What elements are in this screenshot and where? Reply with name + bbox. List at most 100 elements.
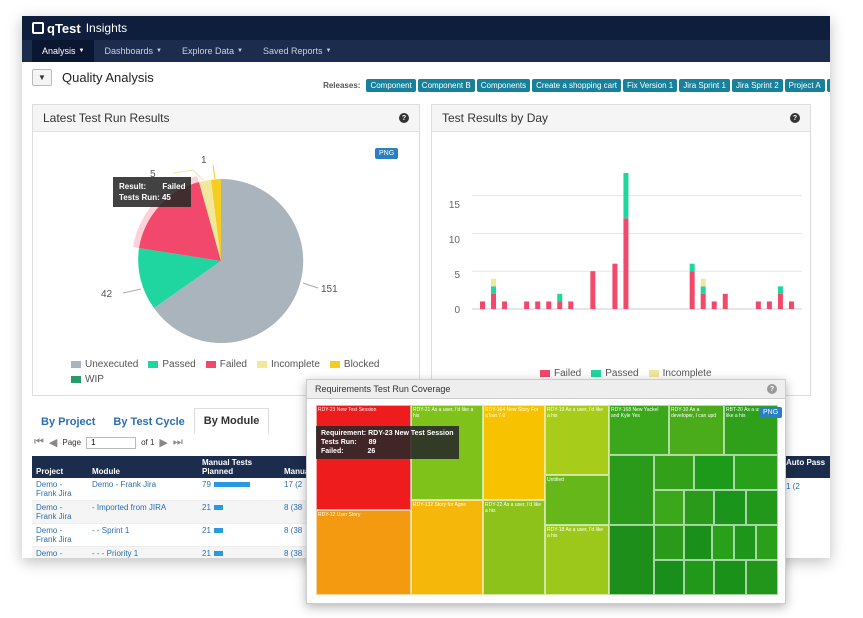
tab-by-module[interactable]: By Module: [193, 408, 270, 434]
nav-explore-data[interactable]: Explore Data ▼: [172, 40, 253, 62]
bar-failed[interactable]: [590, 271, 596, 309]
treemap-cell[interactable]: [714, 560, 746, 595]
legend-item[interactable]: WIP: [71, 374, 104, 385]
bar-failed[interactable]: [557, 301, 563, 309]
nav-analysis[interactable]: Analysis ▼: [32, 40, 95, 62]
legend-item[interactable]: Failed: [540, 368, 581, 379]
prev-page-icon[interactable]: ◀: [49, 436, 57, 449]
treemap-cell[interactable]: RDY-22 As a user, I'd like a his: [483, 500, 545, 595]
column-header[interactable]: Manual Tests Planned: [198, 456, 280, 478]
treemap-cell[interactable]: [714, 490, 746, 525]
bar-failed[interactable]: [788, 301, 794, 309]
table-row[interactable]: Demo - Frank Jira - Imported from JIRA 2…: [32, 500, 340, 524]
png-export-button[interactable]: PNG: [759, 407, 783, 418]
next-page-icon[interactable]: ▶: [159, 436, 167, 449]
legend-item[interactable]: Failed: [205, 359, 247, 370]
bar-passed[interactable]: [700, 286, 706, 294]
legend-item[interactable]: Incomplete: [256, 359, 320, 370]
bar-passed[interactable]: [557, 293, 563, 302]
nav-dashboards[interactable]: Dashboards ▼: [94, 40, 171, 62]
help-icon[interactable]: ?: [399, 113, 409, 123]
treemap-cell[interactable]: [734, 455, 778, 490]
treemap-cell[interactable]: RDY-10 As a developer, I can upd: [669, 405, 724, 455]
bar-failed[interactable]: [623, 218, 629, 309]
treemap-cell[interactable]: [609, 455, 654, 525]
legend-item[interactable]: Passed: [591, 368, 639, 379]
release-badge[interactable]: Components: [476, 79, 531, 92]
treemap-cell[interactable]: [756, 525, 778, 560]
bar-failed[interactable]: [491, 293, 497, 309]
treemap-cell[interactable]: [712, 525, 734, 560]
tab-by-test-cycle[interactable]: By Test Cycle: [104, 410, 193, 434]
bar-passed[interactable]: [777, 286, 783, 294]
bar-passed[interactable]: [491, 286, 497, 294]
legend-item[interactable]: Incomplete: [648, 368, 712, 379]
treemap-cell[interactable]: [609, 525, 654, 595]
project-cell[interactable]: Demo - Frank Jira: [32, 523, 88, 547]
legend-item[interactable]: Unexecuted: [71, 359, 138, 370]
treemap-cell[interactable]: RDY-168 New Yackel and Kyle Yes: [609, 405, 669, 455]
column-header[interactable]: Project: [32, 456, 88, 478]
bar-failed[interactable]: [689, 271, 695, 309]
treemap-cell[interactable]: [746, 490, 778, 525]
column-header[interactable]: Auto Pass: [782, 456, 830, 478]
module-cell[interactable]: Demo - Frank Jira: [88, 478, 198, 501]
legend-item[interactable]: Blocked: [329, 359, 379, 370]
logo[interactable]: qTest Insights: [32, 21, 127, 36]
treemap-cell[interactable]: [746, 560, 778, 595]
bar-failed[interactable]: [524, 301, 530, 309]
module-cell[interactable]: - Imported from JIRA: [88, 500, 198, 524]
treemap-cell[interactable]: RDY-18 As a user, I'd like a his: [545, 525, 609, 595]
release-badge[interactable]: Jira Sprint 1: [679, 79, 730, 92]
release-badge[interactable]: Fix Version 1: [623, 79, 678, 92]
bar-failed[interactable]: [700, 293, 706, 309]
bar-incomplete[interactable]: [700, 278, 706, 287]
bar-failed[interactable]: [711, 301, 717, 309]
treemap-cell[interactable]: Untitled: [545, 475, 609, 525]
bar-failed[interactable]: [612, 263, 618, 309]
table-row[interactable]: Demo - Frank Jira - - Sprint 1 21 8 (38: [32, 523, 340, 547]
treemap-cell[interactable]: RDY-164 New Story For qTest 7.0: [483, 405, 545, 500]
page-input[interactable]: [86, 436, 137, 449]
first-page-icon[interactable]: ⏮: [34, 436, 44, 449]
treemap-cell[interactable]: [654, 455, 694, 490]
table-row[interactable]: Demo - Frank Jira - - - Priority 1 21 8 …: [32, 546, 340, 558]
release-badge[interactable]: Component B: [417, 79, 475, 92]
bar-failed[interactable]: [480, 301, 485, 309]
bar-failed[interactable]: [546, 301, 552, 309]
project-cell[interactable]: Demo - Frank Jira: [32, 478, 88, 501]
nav-saved-reports[interactable]: Saved Reports ▼: [253, 40, 342, 62]
project-cell[interactable]: Demo - Frank Jira: [32, 546, 88, 558]
treemap-cell[interactable]: [654, 525, 684, 560]
bar-failed[interactable]: [766, 301, 772, 309]
treemap-cell[interactable]: [684, 490, 714, 525]
release-badge[interactable]: Project A: [784, 79, 825, 92]
treemap-cell[interactable]: [734, 525, 756, 560]
treemap-cell[interactable]: RDY-12 User Story: [316, 510, 411, 595]
bar-failed[interactable]: [722, 293, 728, 309]
treemap-cell[interactable]: [654, 490, 684, 525]
bar-failed[interactable]: [535, 301, 541, 309]
bar-incomplete[interactable]: [491, 278, 497, 287]
bar-failed[interactable]: [755, 301, 761, 309]
bar-failed[interactable]: [777, 293, 783, 309]
release-badge[interactable]: Jira Sprint 2: [731, 79, 783, 92]
column-header[interactable]: Module: [88, 456, 198, 478]
last-page-icon[interactable]: ⏭: [173, 436, 183, 449]
treemap-cell[interactable]: [684, 525, 712, 560]
legend-item[interactable]: Passed: [148, 359, 196, 370]
bar-passed[interactable]: [689, 263, 695, 272]
help-icon[interactable]: ?: [790, 113, 800, 123]
treemap-cell[interactable]: RDY-132 Story for Agne: [411, 500, 483, 595]
module-cell[interactable]: - - Sprint 1: [88, 523, 198, 547]
treemap-cell[interactable]: RDY-19 As a user, I'd like a his: [545, 405, 609, 475]
table-row[interactable]: Demo - Frank Jira Demo - Frank Jira 79 1…: [32, 478, 340, 501]
bar-passed[interactable]: [623, 173, 629, 219]
help-icon[interactable]: ?: [767, 384, 777, 394]
project-cell[interactable]: Demo - Frank Jira: [32, 500, 88, 524]
release-badge[interactable]: Create a shopping cart: [532, 79, 622, 92]
treemap-cell[interactable]: [684, 560, 714, 595]
module-cell[interactable]: - - - Priority 1: [88, 546, 198, 558]
filter-button[interactable]: ▼: [32, 68, 52, 86]
bar-failed[interactable]: [568, 301, 574, 309]
